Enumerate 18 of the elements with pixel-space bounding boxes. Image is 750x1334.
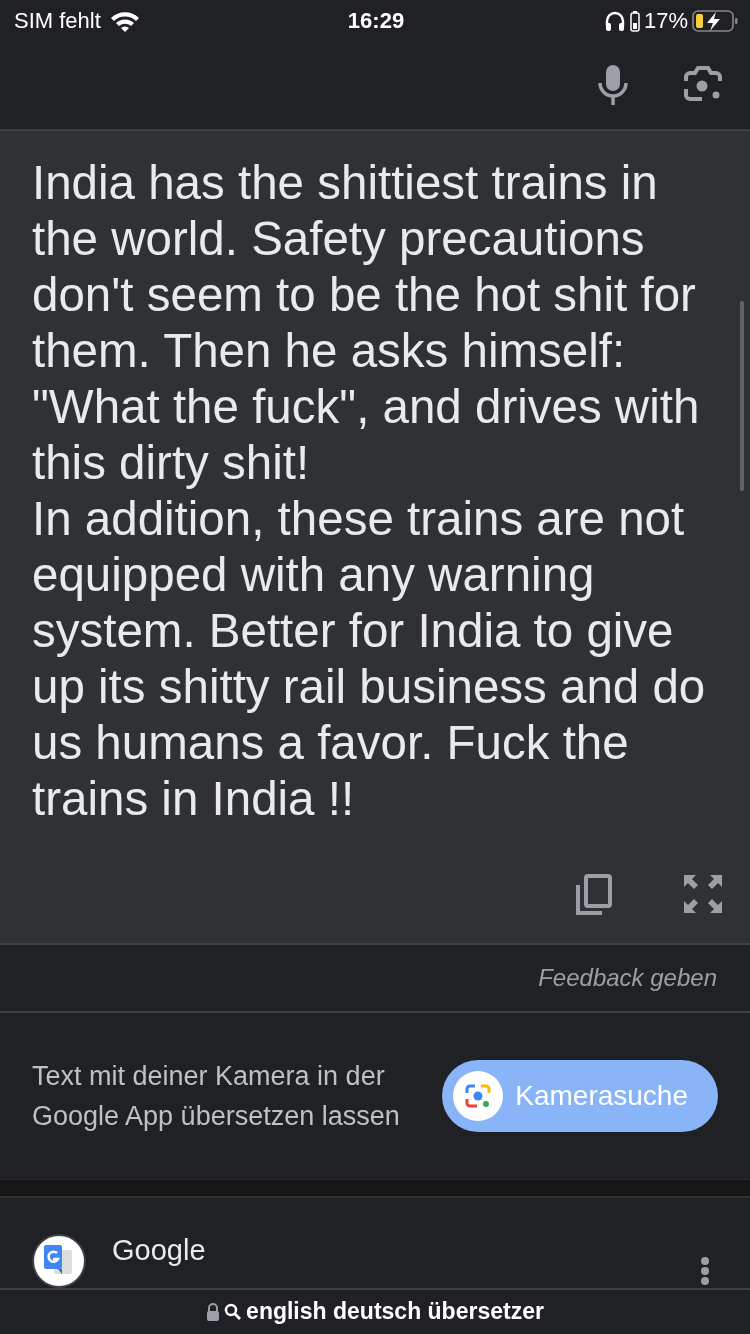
- lock-icon: [206, 1303, 221, 1321]
- translated-text: India has the shittiest trains in the world. Safety precautions don't seem to be the hot shit for them. Then he asks himself: "What the fuck", and drives with this dirty shit! In addition, these trains are not equipped with any warning system. Better for India to give up its shitty rail business and do us humans a favor. Fuck the trains in India !!: [32, 154, 707, 827]
- microphone-icon[interactable]: [596, 63, 630, 108]
- clock: 16:29: [347, 7, 405, 34]
- search-icon: [224, 1303, 243, 1321]
- battery-charging-icon: [692, 8, 738, 33]
- promo-text: Text mit deiner Kamera in der Google App übersetzen lassen: [32, 1059, 401, 1133]
- feedback-link[interactable]: Feedback geben: [538, 963, 717, 992]
- headphones-icon: [603, 9, 626, 32]
- more-options-icon[interactable]: [700, 1256, 710, 1286]
- camera-lens-icon: [453, 1070, 504, 1121]
- copy-icon[interactable]: [574, 873, 614, 918]
- battery-percent: 17%: [643, 7, 688, 34]
- battery-small-icon: [629, 9, 640, 32]
- result-site-name[interactable]: Google: [112, 1234, 206, 1267]
- scrollbar[interactable]: [740, 300, 744, 491]
- carrier-label: SIM fehlt: [14, 7, 101, 34]
- address-query[interactable]: english deutsch übersetzer: [246, 1298, 544, 1326]
